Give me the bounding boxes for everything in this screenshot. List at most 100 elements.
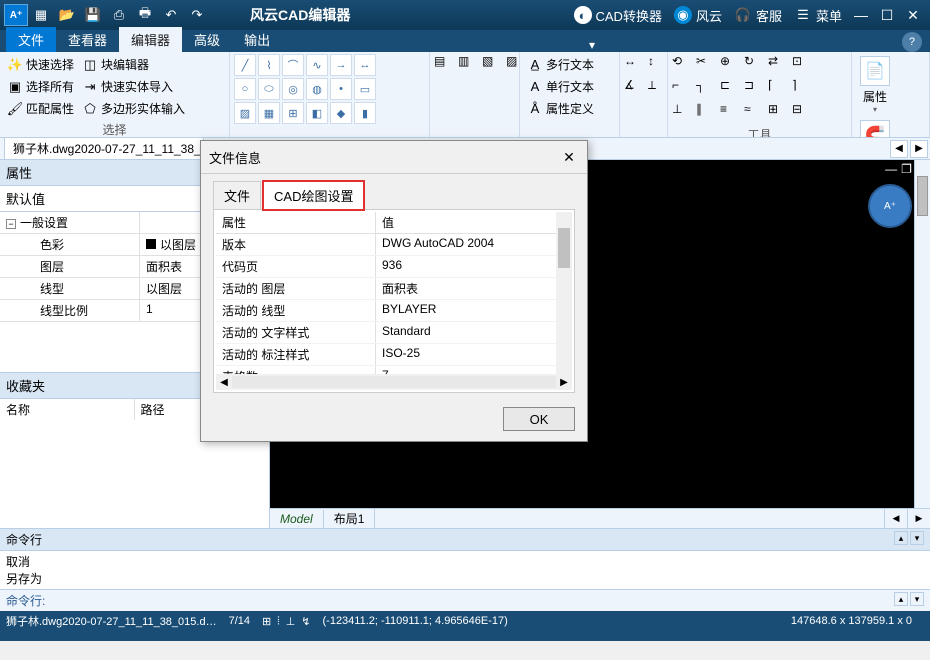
wipeout-icon[interactable]: ▮ (354, 102, 376, 124)
canvas-max-icon[interactable]: ❐ (901, 162, 912, 176)
tab-advanced[interactable]: 高级 (182, 27, 232, 52)
dialog-vscroll[interactable] (556, 212, 572, 374)
mtext-button[interactable]: A̲多行文本 (524, 54, 597, 75)
snap-big-button[interactable]: 🧲 捕捉▾ (856, 118, 894, 138)
new-icon[interactable]: ▦ (29, 4, 53, 26)
arc-icon[interactable]: ⌒ (282, 54, 304, 76)
status-icon-b[interactable]: ⦙ (277, 615, 279, 628)
tool-g-icon[interactable]: ⌐ (672, 78, 694, 100)
tool-k-icon[interactable]: ⌈ (768, 78, 790, 100)
tab-prev-icon[interactable]: ◀ (890, 140, 908, 158)
select-all-button[interactable]: ▣选择所有 (4, 76, 77, 97)
attdef-button[interactable]: Å属性定义 (524, 98, 597, 119)
polygon-entity-input-button[interactable]: ⬠多边形实体输入 (79, 98, 188, 119)
help-icon[interactable]: ? (902, 32, 922, 52)
tool-f-icon[interactable]: ⊡ (792, 54, 814, 76)
dim-d-icon[interactable]: ⟂ (648, 78, 670, 100)
polyline-icon[interactable]: ⌇ (258, 54, 280, 76)
saveall-icon[interactable]: ⎙ (107, 4, 131, 26)
point-icon[interactable]: • (330, 78, 352, 100)
fast-entity-import-button[interactable]: ⇥快速实体导入 (79, 76, 188, 97)
dialog-hscroll[interactable]: ◀ ▶ (216, 374, 572, 390)
tab-viewer[interactable]: 查看器 (56, 27, 119, 52)
status-icon-a[interactable]: ⊞ (262, 615, 271, 628)
solid-icon[interactable]: ◆ (330, 102, 352, 124)
dialog-close-icon[interactable]: ✕ (559, 147, 579, 167)
tab-next-icon[interactable]: ▶ (910, 140, 928, 158)
hatch-b-icon[interactable]: ▥ (458, 54, 480, 76)
tool-a-icon[interactable]: ⟲ (672, 54, 694, 76)
menu-dropdown-icon[interactable]: ▾ (582, 38, 602, 52)
ray-icon[interactable]: → (330, 54, 352, 76)
tool-n-icon[interactable]: ∥ (696, 102, 718, 124)
minimize-icon[interactable]: ― (848, 4, 874, 26)
save-icon[interactable]: 💾 (81, 4, 105, 26)
hatch2-icon[interactable]: ▦ (258, 102, 280, 124)
region-icon[interactable]: ◧ (306, 102, 328, 124)
spline-icon[interactable]: ∿ (306, 54, 328, 76)
cad-converter-link[interactable]: ◐CAD转换器 (574, 6, 662, 25)
cmd-down-icon[interactable]: ▾ (910, 531, 924, 545)
viewcube-icon[interactable]: A⁺ (868, 184, 912, 228)
menu-link[interactable]: ☰菜单 (794, 6, 842, 25)
tool-c-icon[interactable]: ⊕ (720, 54, 742, 76)
tab-file[interactable]: 文件 (6, 27, 56, 52)
tool-h-icon[interactable]: ┐ (696, 78, 718, 100)
circle-icon[interactable]: ○ (234, 78, 256, 100)
undo-icon[interactable]: ↶ (159, 4, 183, 26)
status-icon-c[interactable]: ⊥ (286, 615, 296, 628)
tool-e-icon[interactable]: ⇄ (768, 54, 790, 76)
print-icon[interactable]: 🖶 (133, 4, 157, 26)
hatch-icon[interactable]: ▨ (234, 102, 256, 124)
canvas-min-icon[interactable]: ― (885, 162, 897, 176)
table-icon[interactable]: ⊞ (282, 102, 304, 124)
dialog-hscroll-right-icon[interactable]: ▶ (556, 377, 572, 388)
hscroll-left-icon[interactable]: ◀ (884, 509, 907, 528)
tool-q-icon[interactable]: ⊞ (768, 102, 790, 124)
hatch-a-icon[interactable]: ▤ (434, 54, 456, 76)
tab-editor[interactable]: 编辑器 (119, 27, 182, 52)
tool-p-icon[interactable]: ≈ (744, 102, 766, 124)
tab-output[interactable]: 输出 (232, 27, 282, 52)
close-icon[interactable]: ✕ (900, 4, 926, 26)
canvas-vscroll[interactable] (914, 160, 930, 528)
cmd2-down-icon[interactable]: ▾ (910, 592, 924, 606)
tool-l-icon[interactable]: ⌉ (792, 78, 814, 100)
props-big-button[interactable]: 📄 属性▾ (856, 54, 894, 116)
status-icon-d[interactable]: ↯ (301, 615, 310, 628)
maximize-icon[interactable]: ☐ (874, 4, 900, 26)
redo-icon[interactable]: ↷ (185, 4, 209, 26)
ok-button[interactable]: OK (503, 407, 575, 431)
match-props-button[interactable]: 🖌匹配属性 (4, 98, 77, 119)
tool-b-icon[interactable]: ✂ (696, 54, 718, 76)
fengyun-link[interactable]: ◉风云 (674, 6, 722, 25)
doc-tab[interactable]: 狮子林.dwg2020-07-27_11_11_38_ (4, 137, 204, 160)
dim-b-icon[interactable]: ↕ (648, 54, 670, 76)
hatch-c-icon[interactable]: ▧ (482, 54, 504, 76)
tool-r-icon[interactable]: ⊟ (792, 102, 814, 124)
dim-a-icon[interactable]: ↔ (624, 54, 646, 76)
command-input[interactable] (45, 592, 894, 609)
cmd2-up-icon[interactable]: ▴ (894, 592, 908, 606)
tool-j-icon[interactable]: ⊐ (744, 78, 766, 100)
collapse-icon[interactable]: − (6, 219, 16, 229)
line-icon[interactable]: ╱ (234, 54, 256, 76)
tool-d-icon[interactable]: ↻ (744, 54, 766, 76)
model-tab[interactable]: Model (270, 510, 324, 528)
tool-i-icon[interactable]: ⊏ (720, 78, 742, 100)
layout-tab[interactable]: 布局1 (324, 508, 376, 529)
hscroll-right-icon[interactable]: ▶ (907, 509, 930, 528)
support-link[interactable]: 🎧客服 (734, 6, 782, 25)
open-icon[interactable]: 📂 (55, 4, 79, 26)
tool-m-icon[interactable]: ⊥ (672, 102, 694, 124)
dialog-hscroll-left-icon[interactable]: ◀ (216, 377, 232, 388)
donut-icon[interactable]: ◍ (306, 78, 328, 100)
block-editor-button[interactable]: ◫块编辑器 (79, 54, 188, 75)
dialog-tab-file[interactable]: 文件 (213, 181, 261, 210)
dialog-tab-cad[interactable]: CAD绘图设置 (263, 181, 364, 210)
ring-icon[interactable]: ◎ (282, 78, 304, 100)
quick-select-button[interactable]: ✨快速选择 (4, 54, 77, 75)
tool-o-icon[interactable]: ≡ (720, 102, 742, 124)
cmd-up-icon[interactable]: ▴ (894, 531, 908, 545)
rect-icon[interactable]: ▭ (354, 78, 376, 100)
